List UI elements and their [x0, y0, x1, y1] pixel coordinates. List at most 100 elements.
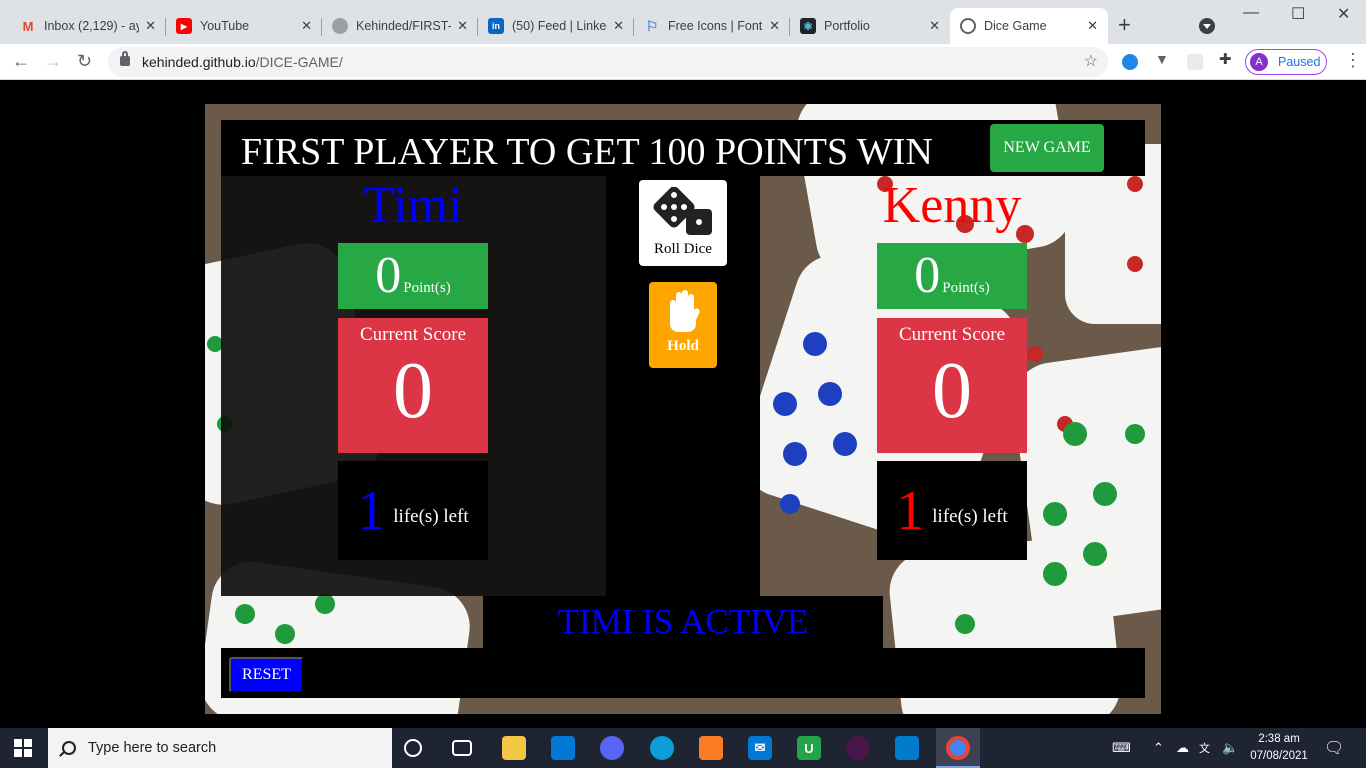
- youtube-icon: ▶: [176, 18, 192, 34]
- clock-date: 07/08/2021: [1250, 750, 1308, 762]
- file-explorer-icon[interactable]: [502, 736, 526, 760]
- menu-icon[interactable]: ⋮: [1344, 50, 1362, 71]
- windows-start-icon[interactable]: [14, 739, 32, 757]
- vscode-icon[interactable]: [895, 736, 919, 760]
- active-player-status: TIMI IS ACTIVE: [483, 596, 883, 648]
- avatar: A: [1250, 53, 1268, 71]
- url-text[interactable]: kehinded.github.io/DICE-GAME/: [142, 54, 343, 70]
- player1-points-value: 0: [375, 247, 402, 304]
- taskbar-search-placeholder: Type here to search: [88, 740, 217, 756]
- player1-points: 0 Point(s): [338, 243, 488, 309]
- forward-icon[interactable]: →: [44, 50, 62, 72]
- chrome-icon[interactable]: [946, 736, 970, 760]
- player1-lives: 1 life(s) left: [338, 461, 488, 560]
- task-view-icon[interactable]: [452, 740, 472, 756]
- extension-placeholder-icon[interactable]: [1187, 54, 1203, 70]
- tab-title: Kehinded/FIRST-: [356, 19, 452, 33]
- language-icon[interactable]: 文: [1199, 740, 1210, 756]
- reset-button[interactable]: RESET: [229, 657, 304, 693]
- tab-title: (50) Feed | Linked: [512, 19, 608, 33]
- taskbar-clock[interactable]: 2:38 am 07/08/2021: [1244, 731, 1314, 765]
- lives-label: life(s) left: [393, 505, 469, 527]
- tab-search-icon[interactable]: [1199, 18, 1215, 34]
- current-score-label: Current Score: [898, 324, 1006, 345]
- browser-toolbar: ← → ↻ kehinded.github.io/DICE-GAME/ ☆ ▼ …: [0, 44, 1366, 80]
- close-window-icon[interactable]: ✕: [1337, 4, 1350, 24]
- tab-gmail[interactable]: M Inbox (2,129) - ay ✕: [10, 8, 166, 44]
- player2-current-value: 0: [932, 347, 972, 435]
- tab-font-awesome[interactable]: ⚐ Free Icons | Font ✕: [634, 8, 790, 44]
- player2-name: Kenny: [882, 177, 1022, 234]
- player2-lives: 1 life(s) left: [877, 461, 1027, 560]
- game-rules-heading: FIRST PLAYER TO GET 100 POINTS WIN: [241, 131, 933, 173]
- xampp-icon[interactable]: [699, 736, 723, 760]
- current-score-label: Current Score: [359, 324, 467, 345]
- tab-linkedin[interactable]: in (50) Feed | Linked ✕: [478, 8, 634, 44]
- dice-icon: [653, 187, 712, 235]
- new-tab-button[interactable]: +: [1118, 14, 1131, 36]
- microsoft-store-icon[interactable]: [551, 736, 575, 760]
- tab-dice-game[interactable]: Dice Game ✕: [950, 8, 1108, 44]
- mail-icon[interactable]: ✉: [748, 736, 772, 760]
- close-icon[interactable]: ✕: [613, 18, 624, 34]
- hold-button[interactable]: Hold: [649, 282, 717, 368]
- tab-youtube[interactable]: ▶ YouTube ✕: [166, 8, 322, 44]
- player2-current-score: Current Score 0: [877, 318, 1027, 453]
- vuejs-devtools-icon[interactable]: ▼: [1155, 51, 1171, 67]
- tab-github[interactable]: Kehinded/FIRST- ✕: [322, 8, 478, 44]
- points-unit-label: Point(s): [403, 280, 451, 296]
- network-icon[interactable]: ☁: [1176, 740, 1189, 756]
- react-icon: ⚛: [800, 18, 816, 34]
- show-hidden-icons-icon[interactable]: ⌃: [1153, 740, 1164, 756]
- tab-title: Free Icons | Font: [668, 19, 763, 33]
- game-container: FIRST PLAYER TO GET 100 POINTS WIN NEW G…: [205, 104, 1161, 714]
- hold-label: Hold: [667, 338, 699, 354]
- discord-icon[interactable]: [600, 736, 624, 760]
- close-icon[interactable]: ✕: [769, 18, 780, 34]
- reload-icon[interactable]: ↻: [77, 50, 92, 72]
- linkedin-icon: in: [488, 18, 504, 34]
- close-icon[interactable]: ✕: [457, 18, 468, 34]
- player2-lives-value: 1: [896, 479, 925, 542]
- clock-time: 2:38 am: [1258, 733, 1300, 745]
- keyboard-icon[interactable]: ⌨: [1112, 740, 1131, 756]
- profile-status: Paused: [1278, 55, 1321, 69]
- maximize-icon[interactable]: ☐: [1291, 4, 1305, 24]
- address-bar[interactable]: kehinded.github.io/DICE-GAME/ ☆: [108, 47, 1108, 77]
- profile-button[interactable]: A Paused: [1245, 49, 1327, 75]
- points-unit-label: Point(s): [942, 280, 990, 296]
- tab-title: YouTube: [200, 19, 250, 33]
- cortana-icon[interactable]: [404, 739, 422, 757]
- volume-icon[interactable]: 🔈: [1222, 740, 1238, 756]
- notifications-icon[interactable]: 🗨: [1324, 738, 1344, 758]
- close-icon[interactable]: ✕: [301, 18, 312, 34]
- tab-portfolio[interactable]: ⚛ Portfolio ✕: [790, 8, 950, 44]
- taskbar-search-box[interactable]: Type here to search: [48, 728, 392, 768]
- close-icon[interactable]: ✕: [929, 18, 940, 34]
- extensions-puzzle-icon[interactable]: ✚: [1219, 50, 1235, 68]
- gmail-icon: M: [22, 18, 34, 34]
- player1-current-value: 0: [393, 347, 433, 435]
- footer-bar: RESET: [221, 648, 1145, 698]
- upwork-icon[interactable]: U: [797, 736, 821, 760]
- edge-icon[interactable]: [650, 736, 674, 760]
- roll-dice-label: Roll Dice: [654, 241, 712, 257]
- hand-icon: [670, 290, 700, 332]
- player2-points: 0 Point(s): [877, 243, 1027, 309]
- lives-label: life(s) left: [932, 505, 1008, 527]
- close-icon[interactable]: ✕: [145, 18, 156, 34]
- extension-globe-icon[interactable]: [1122, 54, 1138, 70]
- tab-title: Dice Game: [984, 19, 1047, 33]
- new-game-button[interactable]: NEW GAME: [990, 124, 1104, 172]
- bookmark-star-icon[interactable]: ☆: [1084, 51, 1098, 71]
- tab-strip: M Inbox (2,129) - ay ✕ ▶ YouTube ✕ Kehin…: [0, 0, 1366, 44]
- roll-dice-button[interactable]: Roll Dice: [639, 180, 727, 266]
- minimize-icon[interactable]: —: [1243, 4, 1259, 22]
- player1-lives-value: 1: [357, 479, 386, 542]
- back-icon[interactable]: ←: [12, 50, 30, 72]
- github-icon: [332, 18, 348, 34]
- player1-name: Timi: [363, 177, 463, 234]
- close-icon[interactable]: ✕: [1087, 18, 1098, 34]
- slack-icon[interactable]: [846, 736, 870, 760]
- page-viewport: FIRST PLAYER TO GET 100 POINTS WIN NEW G…: [0, 80, 1366, 728]
